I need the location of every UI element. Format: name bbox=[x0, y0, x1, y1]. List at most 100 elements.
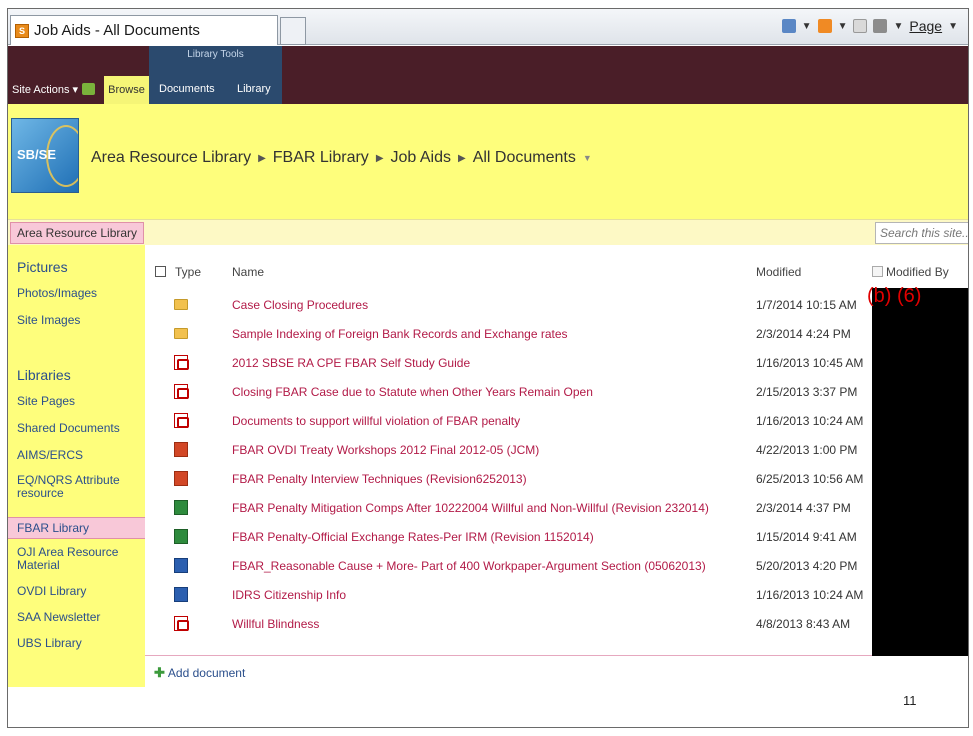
column-header-type[interactable]: Type bbox=[175, 265, 201, 279]
breadcrumb-separator-icon: ▶ bbox=[375, 152, 384, 164]
document-name-link[interactable]: Willful Blindness bbox=[232, 617, 319, 631]
mail-icon[interactable] bbox=[853, 19, 868, 33]
ql-item-saa-newsletter[interactable]: SAA Newsletter bbox=[17, 611, 142, 624]
table-row[interactable]: FBAR Penalty-Official Exchange Rates-Per… bbox=[145, 523, 968, 552]
table-row[interactable]: Sample Indexing of Foreign Bank Records … bbox=[145, 320, 968, 349]
breadcrumb-job-aids[interactable]: Job Aids bbox=[391, 149, 451, 167]
ql-item-site-images[interactable]: Site Images bbox=[17, 314, 142, 327]
powerpoint-icon bbox=[174, 442, 188, 457]
feed-dropdown-icon[interactable]: ▼ bbox=[838, 21, 848, 32]
print-dropdown-icon[interactable]: ▼ bbox=[893, 21, 903, 32]
document-name-link[interactable]: FBAR Penalty Interview Techniques (Revis… bbox=[232, 472, 527, 486]
table-row[interactable]: Closing FBAR Case due to Statute when Ot… bbox=[145, 378, 968, 407]
browser-tab[interactable]: S Job Aids - All Documents bbox=[10, 15, 278, 45]
table-row[interactable]: IDRS Citizenship Info 1/16/2013 10:24 AM bbox=[145, 581, 968, 610]
modified-date: 2/3/2014 4:37 PM bbox=[756, 501, 851, 515]
home-dropdown-icon[interactable]: ▼ bbox=[802, 21, 812, 32]
modified-date: 1/7/2014 10:15 AM bbox=[756, 298, 857, 312]
pdf-icon bbox=[174, 384, 189, 399]
folder-icon bbox=[174, 299, 188, 310]
list-bottom-divider bbox=[145, 655, 968, 656]
document-name-link[interactable]: Case Closing Procedures bbox=[232, 298, 368, 312]
modified-date: 1/16/2013 10:24 AM bbox=[756, 414, 864, 428]
navigate-up-icon[interactable] bbox=[82, 83, 95, 95]
column-header-modified-by[interactable]: Modified By bbox=[886, 265, 949, 279]
ql-item-ovdi-library[interactable]: OVDI Library bbox=[17, 585, 142, 598]
excel-icon bbox=[174, 529, 188, 544]
document-name-link[interactable]: IDRS Citizenship Info bbox=[232, 588, 346, 602]
document-name-link[interactable]: FBAR Penalty Mitigation Comps After 1022… bbox=[232, 501, 709, 515]
ql-item-photos-images[interactable]: Photos/Images bbox=[17, 287, 142, 300]
modified-date: 1/16/2013 10:24 AM bbox=[756, 588, 864, 602]
ql-item-site-pages[interactable]: Site Pages bbox=[17, 395, 142, 408]
document-name-link[interactable]: FBAR Penalty-Official Exchange Rates-Per… bbox=[232, 530, 594, 544]
topbar-area-resource-library[interactable]: Area Resource Library bbox=[10, 222, 145, 244]
modified-date: 1/15/2014 9:41 AM bbox=[756, 530, 857, 544]
site-header: SB/SE Area Resource Library ▶ FBAR Libra… bbox=[8, 104, 968, 219]
pdf-icon bbox=[174, 355, 189, 370]
breadcrumb-all-documents[interactable]: All Documents bbox=[473, 149, 576, 167]
ql-heading-pictures[interactable]: Pictures bbox=[17, 259, 68, 275]
top-link-bar: Area Resource Library Search this site..… bbox=[8, 219, 968, 245]
add-document-label: Add document bbox=[167, 666, 246, 680]
ql-item-ubs-library[interactable]: UBS Library bbox=[17, 637, 142, 650]
ql-item-fbar-library[interactable]: FBAR Library bbox=[17, 522, 142, 535]
site-actions-menu[interactable]: Site Actions ▾ bbox=[12, 83, 78, 96]
breadcrumb-separator-icon: ▶ bbox=[258, 152, 266, 164]
add-plus-icon: ✚ bbox=[154, 665, 165, 680]
redaction-block bbox=[872, 288, 968, 656]
document-name-link[interactable]: FBAR OVDI Treaty Workshops 2012 Final 20… bbox=[232, 443, 539, 457]
ql-item-shared-documents[interactable]: Shared Documents bbox=[17, 422, 142, 435]
select-all-checkbox[interactable] bbox=[155, 266, 166, 277]
document-name-link[interactable]: Documents to support willful violation o… bbox=[232, 414, 520, 428]
ql-item-oji-area-resource-material[interactable]: OJI Area Resource Material bbox=[17, 546, 142, 572]
table-row[interactable]: Case Closing Procedures 1/7/2014 10:15 A… bbox=[145, 291, 968, 320]
modified-date: 2/3/2014 4:24 PM bbox=[756, 327, 851, 341]
column-header-name[interactable]: Name bbox=[232, 265, 264, 279]
document-name-link[interactable]: Closing FBAR Case due to Statute when Ot… bbox=[232, 385, 593, 399]
modified-date: 5/20/2013 4:20 PM bbox=[756, 559, 858, 573]
search-input[interactable]: Search this site... bbox=[875, 222, 968, 244]
redaction-label: (b) (6) bbox=[867, 285, 922, 307]
modified-date: 2/15/2013 3:37 PM bbox=[756, 385, 858, 399]
breadcrumb-area-resource-library[interactable]: Area Resource Library bbox=[91, 149, 251, 167]
library-tools-group: Library Tools bbox=[149, 46, 282, 104]
table-row[interactable]: FBAR Penalty Mitigation Comps After 1022… bbox=[145, 494, 968, 523]
slide-page-number: 11 bbox=[903, 693, 917, 708]
site-actions-label: Site Actions bbox=[12, 84, 70, 96]
tab-library[interactable]: Library bbox=[237, 83, 271, 95]
table-row[interactable]: FBAR Penalty Interview Techniques (Revis… bbox=[145, 465, 968, 494]
excel-icon bbox=[174, 500, 188, 515]
document-name-link[interactable]: 2012 SBSE RA CPE FBAR Self Study Guide bbox=[232, 356, 470, 370]
add-document-link[interactable]: ✚ Add document bbox=[154, 665, 245, 681]
ql-heading-libraries[interactable]: Libraries bbox=[17, 367, 71, 383]
column-header-modified[interactable]: Modified bbox=[756, 265, 801, 279]
view-dropdown-icon[interactable]: ▼ bbox=[583, 153, 592, 163]
folder-icon bbox=[174, 328, 188, 339]
table-row[interactable]: 2012 SBSE RA CPE FBAR Self Study Guide 1… bbox=[145, 349, 968, 378]
ql-item-eq-nqrs-attribute-resource[interactable]: EQ/NQRS Attribute resource bbox=[17, 474, 142, 500]
rss-feed-icon[interactable] bbox=[817, 19, 832, 33]
sbse-logo[interactable]: SB/SE bbox=[11, 118, 79, 193]
home-icon[interactable] bbox=[781, 19, 796, 33]
modified-by-checkbox bbox=[872, 266, 883, 277]
document-name-link[interactable]: Sample Indexing of Foreign Bank Records … bbox=[232, 327, 568, 341]
table-row[interactable]: FBAR OVDI Treaty Workshops 2012 Final 20… bbox=[145, 436, 968, 465]
breadcrumb-fbar-library[interactable]: FBAR Library bbox=[273, 149, 369, 167]
new-tab-button[interactable] bbox=[280, 17, 306, 45]
pdf-icon bbox=[174, 413, 189, 428]
table-row[interactable]: Willful Blindness 4/8/2013 8:43 AM bbox=[145, 610, 968, 639]
document-name-link[interactable]: FBAR_Reasonable Cause + More- Part of 40… bbox=[232, 559, 706, 573]
page-dropdown-icon[interactable]: ▼ bbox=[948, 21, 958, 32]
table-row[interactable]: Documents to support willful violation o… bbox=[145, 407, 968, 436]
ql-item-aims-ercs[interactable]: AIMS/ERCS bbox=[17, 449, 142, 462]
table-row[interactable]: FBAR_Reasonable Cause + More- Part of 40… bbox=[145, 552, 968, 581]
modified-date: 6/25/2013 10:56 AM bbox=[756, 472, 864, 486]
print-icon[interactable] bbox=[873, 19, 888, 33]
command-bar: ▼ ▼ ▼ Page ▼ bbox=[781, 18, 958, 34]
modified-date: 4/8/2013 8:43 AM bbox=[756, 617, 851, 631]
quick-launch: Pictures Photos/Images Site Images Libra… bbox=[8, 245, 145, 687]
tab-documents[interactable]: Documents bbox=[159, 83, 215, 95]
tab-browse[interactable]: Browse bbox=[104, 76, 149, 104]
page-menu[interactable]: Page bbox=[909, 18, 942, 34]
